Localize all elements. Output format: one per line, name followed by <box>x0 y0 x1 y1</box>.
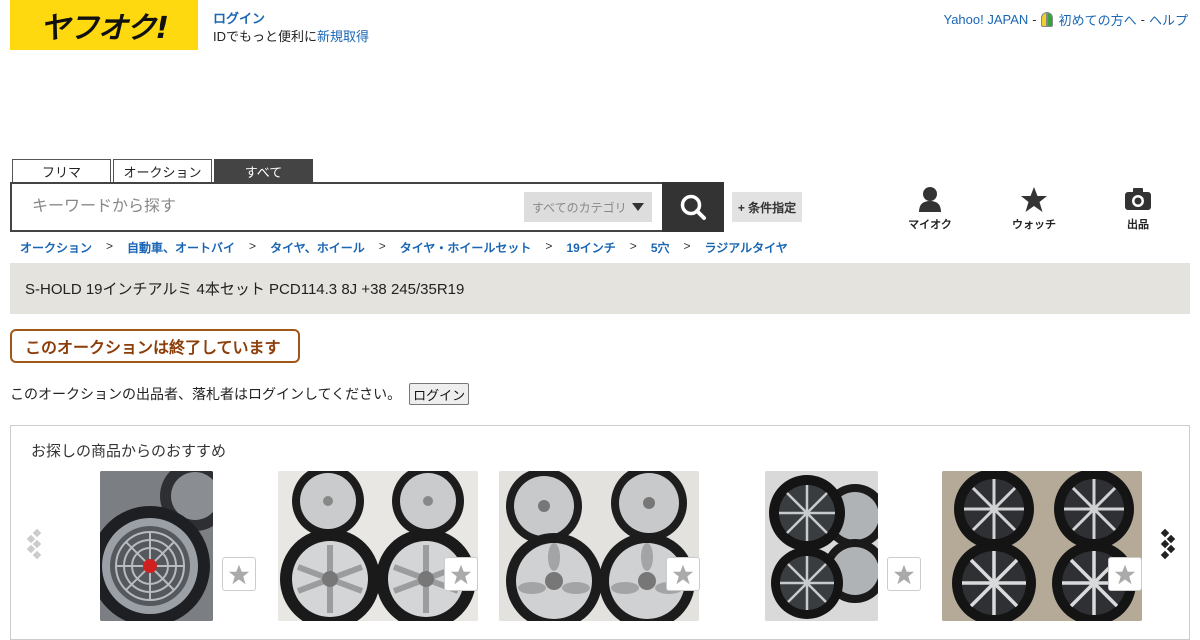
beginner-leaf-icon <box>1040 12 1053 27</box>
breadcrumb: オークション > 自動車、オートバイ > タイヤ、ホイール > タイヤ・ホイール… <box>20 239 788 256</box>
tab-flea-market[interactable]: フリマ <box>12 159 111 183</box>
watch-button[interactable] <box>444 557 478 591</box>
breadcrumb-link[interactable]: 19インチ <box>566 239 615 256</box>
watch-link[interactable]: ウォッチ <box>994 184 1074 232</box>
wheel-photo[interactable] <box>499 471 699 621</box>
breadcrumb-separator: > <box>545 239 553 253</box>
top-links: Yahoo! JAPAN - 初めての方へ - ヘルプ <box>943 10 1188 29</box>
person-icon <box>919 187 941 212</box>
auction-ended-badge: このオークションは終了しています <box>10 329 300 363</box>
my-auction-link[interactable]: マイオク <box>890 184 970 232</box>
item-title: S-HOLD 19インチアルミ 4本セット PCD114.3 8J +38 24… <box>25 281 465 298</box>
login-link[interactable]: ログイン <box>213 10 369 28</box>
quick-link-label: ウォッチ <box>1012 219 1056 231</box>
search-bar: すべてのカテゴリ <box>10 182 724 232</box>
separator: - <box>1140 12 1145 27</box>
breadcrumb-link[interactable]: タイヤ・ホイールセット <box>400 239 532 256</box>
logo-text: ヤフオク! <box>39 11 169 46</box>
login-notice: このオークションの出品者、落札者はログインしてください。 ログイン <box>10 383 470 405</box>
register-line: IDでもっと便利に新規取得 <box>213 28 369 46</box>
carousel-prev-button[interactable] <box>25 526 45 567</box>
star-icon <box>672 564 694 584</box>
breadcrumb-separator: > <box>378 239 386 253</box>
wheel-photo[interactable] <box>278 471 478 621</box>
breadcrumb-separator: > <box>249 239 257 253</box>
watch-button[interactable] <box>222 557 256 591</box>
search-input[interactable] <box>32 198 524 216</box>
category-select-label: すべてのカテゴリ <box>532 200 627 215</box>
chevron-left-icon <box>26 528 42 560</box>
watch-button[interactable] <box>666 557 700 591</box>
star-icon <box>1114 564 1136 584</box>
watch-button[interactable] <box>1108 557 1142 591</box>
search-icon <box>680 194 706 220</box>
breadcrumb-link[interactable]: ラジアルタイヤ <box>705 239 788 256</box>
wheel-photo[interactable] <box>942 471 1142 621</box>
watch-button[interactable] <box>887 557 921 591</box>
help-link[interactable]: ヘルプ <box>1149 10 1188 29</box>
camera-icon <box>1125 188 1151 210</box>
breadcrumb-separator: > <box>629 239 637 253</box>
breadcrumb-link[interactable]: 5穴 <box>651 239 670 256</box>
star-icon <box>893 564 915 584</box>
login-notice-text: このオークションの出品者、落札者はログインしてください。 <box>10 386 402 402</box>
breadcrumb-link[interactable]: オークション <box>20 239 92 256</box>
category-select[interactable]: すべてのカテゴリ <box>524 192 652 222</box>
login-button[interactable]: ログイン <box>409 383 470 405</box>
search-field: すべてのカテゴリ <box>10 182 662 232</box>
register-link[interactable]: 新規取得 <box>317 29 369 44</box>
star-icon <box>450 564 472 584</box>
search-tabs: フリマ オークション すべて <box>12 159 313 183</box>
breadcrumb-link[interactable]: 自動車、オートバイ <box>127 239 235 256</box>
register-prefix: IDでもっと便利に <box>213 29 318 44</box>
search-button[interactable] <box>662 182 724 232</box>
tab-auction[interactable]: オークション <box>113 159 212 183</box>
login-box: ログイン IDでもっと便利に新規取得 <box>213 10 369 46</box>
breadcrumb-separator: > <box>683 239 691 253</box>
recommendations-panel: お探しの商品からのおすすめ <box>10 425 1190 640</box>
quick-link-label: 出品 <box>1127 219 1149 231</box>
wheel-photo[interactable] <box>765 471 878 621</box>
sell-link[interactable]: 出品 <box>1098 184 1178 232</box>
chevron-right-icon <box>1160 528 1176 560</box>
yahuoku-logo[interactable]: ヤフオク! <box>10 0 198 50</box>
breadcrumb-separator: > <box>106 239 114 253</box>
star-icon <box>1021 186 1047 212</box>
wheel-photo[interactable] <box>100 471 213 621</box>
quick-link-label: マイオク <box>908 219 952 231</box>
carousel-next-button[interactable] <box>1157 526 1177 567</box>
star-icon <box>228 564 250 584</box>
condition-button[interactable]: + 条件指定 <box>732 192 802 222</box>
recommendations-heading: お探しの商品からのおすすめ <box>31 443 227 460</box>
tab-all[interactable]: すべて <box>214 159 313 183</box>
breadcrumb-link[interactable]: タイヤ、ホイール <box>270 239 365 256</box>
item-title-bar: S-HOLD 19インチアルミ 4本セット PCD114.3 8J +38 24… <box>10 263 1190 314</box>
separator: - <box>1032 12 1037 27</box>
yahoo-japan-link[interactable]: Yahoo! JAPAN <box>943 12 1028 27</box>
chevron-down-icon <box>632 203 644 211</box>
beginner-link[interactable]: 初めての方へ <box>1059 10 1137 29</box>
